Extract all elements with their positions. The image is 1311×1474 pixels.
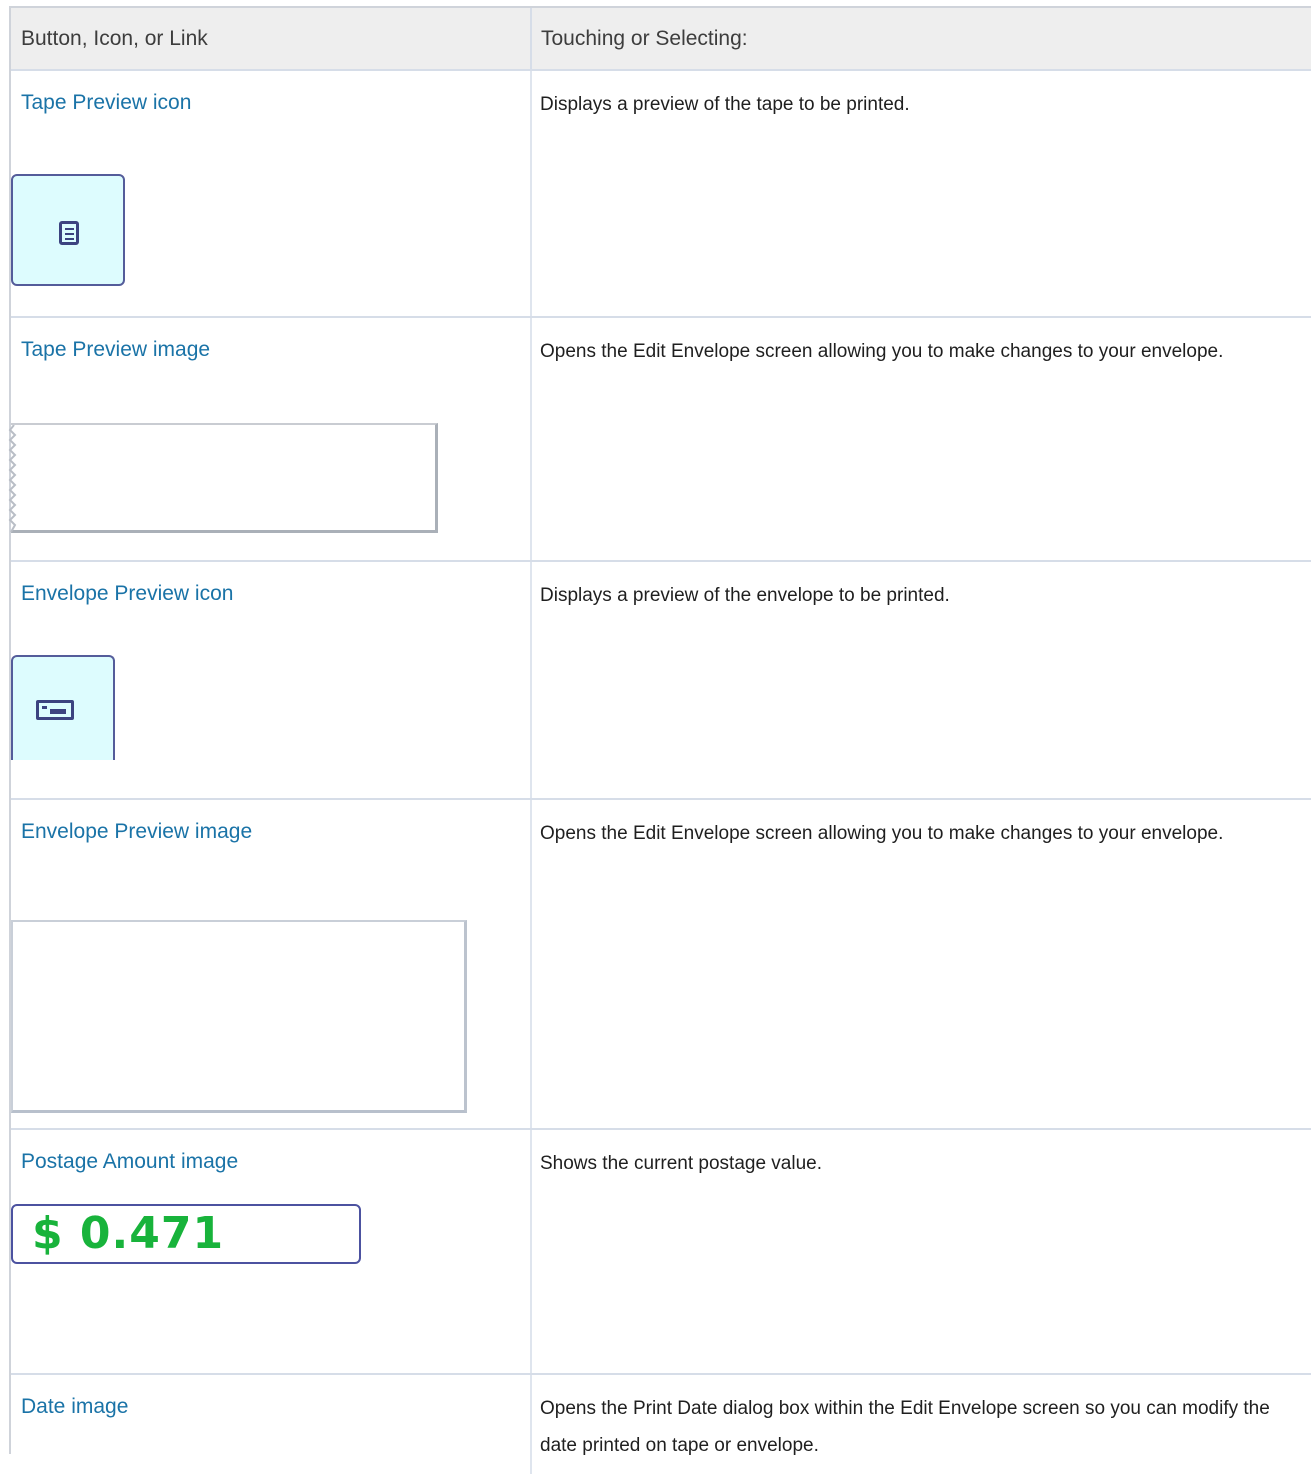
description-text: Displays a preview of the tape to be pri… — [540, 94, 910, 115]
torn-edge-icon — [8, 425, 17, 533]
item-cell: Postage Amount image $ 0.471 — [11, 1129, 531, 1375]
controls-table: Button, Icon, or Link Touching or Select… — [8, 8, 1311, 1474]
item-cell: Envelope Preview image — [11, 799, 531, 1130]
item-cell: Date image — [11, 1374, 531, 1474]
column-header-item: Button, Icon, or Link — [11, 8, 531, 71]
description-cell: Opens the Print Date dialog box within t… — [530, 1374, 1311, 1474]
description-cell: Shows the current postage value. — [530, 1129, 1311, 1375]
tape-preview-image[interactable] — [8, 423, 438, 533]
table-header-row: Button, Icon, or Link Touching or Select… — [11, 8, 1311, 71]
description-text: Shows the current postage value. — [540, 1153, 823, 1174]
envelope-preview-image-link[interactable]: Envelope Preview image — [21, 820, 252, 844]
postage-amount-image[interactable]: $ 0.471 — [11, 1204, 361, 1264]
date-image-link[interactable]: Date image — [21, 1395, 128, 1419]
table-row: Tape Preview image Opens the Edit Envelo… — [8, 317, 1311, 562]
description-cell: Displays a preview of the tape to be pri… — [530, 70, 1311, 318]
description-text: Opens the Print Date dialog box within t… — [540, 1398, 1270, 1456]
envelope-preview-image[interactable] — [11, 920, 467, 1113]
description-text: Opens the Edit Envelope screen allowing … — [540, 341, 1224, 362]
help-table-frame: Button, Icon, or Link Touching or Select… — [8, 6, 1311, 1474]
item-cell: Envelope Preview icon — [11, 561, 531, 800]
table-row: Date image Opens the Print Date dialog b… — [11, 1374, 1311, 1474]
postage-value: $ 0.471 — [32, 1208, 225, 1259]
envelope-preview-icon[interactable] — [11, 655, 115, 760]
description-text: Opens the Edit Envelope screen allowing … — [540, 823, 1224, 844]
item-cell: Tape Preview image — [8, 317, 531, 562]
description-cell: Opens the Edit Envelope screen allowing … — [530, 317, 1311, 562]
tape-preview-icon-link[interactable]: Tape Preview icon — [21, 91, 191, 115]
table-row: Envelope Preview icon Displays a preview… — [11, 561, 1311, 800]
tape-preview-icon[interactable] — [11, 174, 125, 286]
tape-preview-image-link[interactable]: Tape Preview image — [21, 338, 210, 362]
description-text: Displays a preview of the envelope to be… — [540, 585, 950, 606]
column-header-action: Touching or Selecting: — [530, 8, 1311, 71]
description-cell: Displays a preview of the envelope to be… — [530, 561, 1311, 800]
table-row: Tape Preview icon Displays a preview of … — [11, 70, 1311, 318]
table-row: Postage Amount image $ 0.471 Shows the c… — [11, 1129, 1311, 1375]
table-row: Envelope Preview image Opens the Edit En… — [11, 799, 1311, 1130]
envelope-icon — [36, 700, 74, 720]
description-cell: Opens the Edit Envelope screen allowing … — [530, 799, 1311, 1130]
envelope-preview-icon-link[interactable]: Envelope Preview icon — [21, 582, 233, 606]
item-cell: Tape Preview icon — [11, 70, 531, 318]
document-icon — [59, 221, 79, 245]
postage-amount-image-link[interactable]: Postage Amount image — [21, 1150, 238, 1174]
